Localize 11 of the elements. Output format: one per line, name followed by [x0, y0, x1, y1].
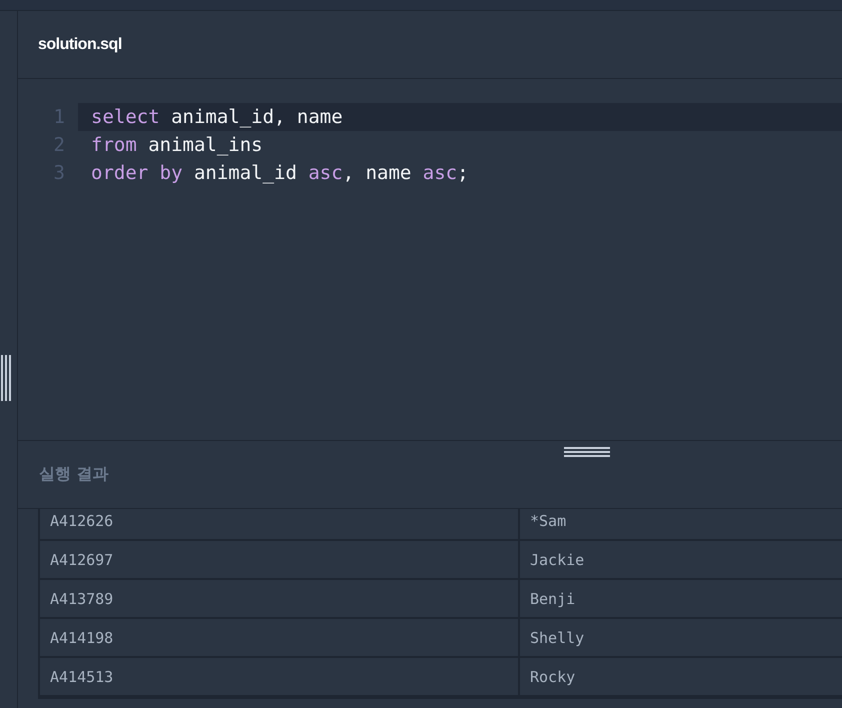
code-line: from animal_ins [90, 133, 264, 158]
table-cell: A412626 [39, 509, 519, 540]
file-tab[interactable]: solution.sql [38, 36, 122, 54]
code-line: order by animal_id asc, name asc; [90, 161, 470, 186]
table-cell: A414513 [39, 657, 519, 696]
resize-handle-icon[interactable] [564, 447, 610, 458]
table-cell: A413789 [39, 579, 519, 618]
results-title: 실행 결과 [39, 464, 109, 485]
table-cell: A412697 [39, 540, 519, 579]
table-cell: A414198 [39, 618, 519, 657]
resize-handle-icon[interactable] [0, 355, 12, 401]
